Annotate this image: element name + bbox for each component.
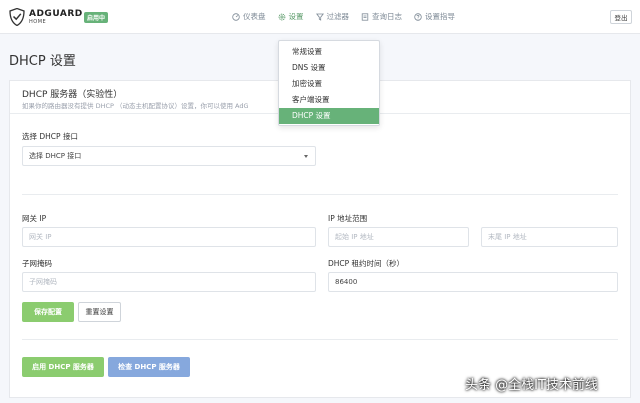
shield-logo-icon (9, 8, 25, 26)
interface-select-value: 选择 DHCP 接口 (29, 152, 82, 160)
page-title: DHCP 设置 (9, 54, 76, 69)
range-start-input[interactable]: 起始 IP 地址 (328, 227, 469, 247)
range-end-input[interactable]: 末尾 IP 地址 (481, 227, 618, 247)
dropdown-item-general[interactable]: 常规设置 (279, 44, 379, 60)
nav-setup-guide[interactable]: 设置指导 (414, 11, 455, 22)
gateway-label: 网关 IP (22, 214, 47, 223)
gear-icon (278, 13, 285, 20)
main-nav: 仪表盘 设置 过滤器 查询日志 设置指导 (232, 11, 467, 22)
logo-name: ADGUARD (29, 8, 83, 19)
status-badge: 启用中 (84, 12, 109, 23)
top-header: ADGUARD HOME 启用中 仪表盘 设置 过滤器 查询日志 设置指导 登出 (0, 0, 640, 34)
nav-query-log-label: 查询日志 (372, 12, 402, 21)
interface-label: 选择 DHCP 接口 (22, 132, 78, 141)
nav-filters-label: 过滤器 (326, 12, 350, 21)
guide-icon (414, 12, 422, 21)
caret-down-icon (304, 155, 308, 158)
check-dhcp-button[interactable]: 检查 DHCP 服务器 (108, 357, 190, 377)
dropdown-item-clients[interactable]: 客户端设置 (279, 92, 379, 108)
dropdown-item-dhcp[interactable]: DHCP 设置 (279, 108, 379, 124)
section-divider-2 (22, 339, 618, 340)
filter-icon (315, 13, 324, 21)
nav-filters[interactable]: 过滤器 (315, 11, 350, 22)
card-subtitle: 如果你的路由器没有提供 DHCP （动态主机配置协议）设置，你可以使用 AdG (22, 102, 249, 110)
nav-dashboard[interactable]: 仪表盘 (232, 11, 266, 22)
logo-sub: HOME (29, 18, 47, 25)
nav-query-log[interactable]: 查询日志 (361, 11, 402, 22)
log-icon (361, 12, 369, 21)
nav-setup-guide-label: 设置指导 (425, 12, 455, 21)
subnet-label: 子网掩码 (22, 259, 52, 268)
enable-dhcp-button[interactable]: 启用 DHCP 服务器 (22, 357, 104, 377)
ip-range-label: IP 地址范围 (328, 214, 368, 223)
dropdown-item-dns[interactable]: DNS 设置 (279, 60, 379, 76)
nav-settings-label: 设置 (288, 12, 304, 21)
gateway-input[interactable]: 网关 IP (22, 227, 316, 247)
dashboard-icon (232, 12, 240, 21)
card-title: DHCP 服务器（实验性） (22, 90, 123, 100)
section-divider (22, 194, 618, 195)
lease-time-label: DHCP 租约时间（秒） (328, 259, 405, 268)
nav-dashboard-label: 仪表盘 (243, 12, 266, 21)
app-logo[interactable]: ADGUARD HOME (9, 8, 83, 26)
save-config-button[interactable]: 保存配置 (22, 302, 74, 322)
interface-select[interactable]: 选择 DHCP 接口 (22, 146, 316, 166)
subnet-input[interactable]: 子网掩码 (22, 272, 316, 292)
settings-dropdown: 常规设置 DNS 设置 加密设置 客户端设置 DHCP 设置 (278, 40, 380, 126)
nav-settings[interactable]: 设置 (278, 11, 304, 22)
dhcp-card: DHCP 服务器（实验性） 如果你的路由器没有提供 DHCP （动态主机配置协议… (9, 80, 631, 398)
logout-button[interactable]: 登出 (610, 10, 632, 24)
dropdown-item-encryption[interactable]: 加密设置 (279, 76, 379, 92)
lease-time-input[interactable]: 86400 (328, 272, 618, 292)
reset-settings-button[interactable]: 重置设置 (78, 302, 121, 322)
watermark-text: 头条 @全栈IT技术前线 (465, 378, 598, 393)
